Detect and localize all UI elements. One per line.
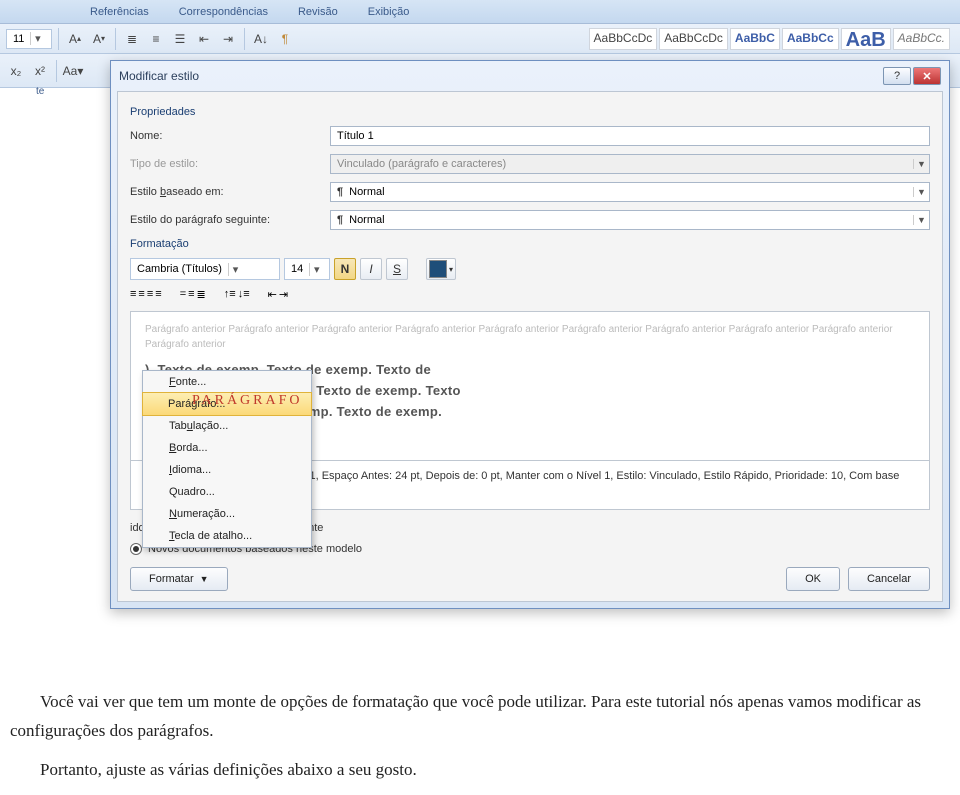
- tutorial-body-text: Você vai ver que tem um monte de opções …: [10, 688, 940, 785]
- style-type-dropdown: Vinculado (parágrafo e caracteres)▼: [330, 154, 930, 174]
- indent-dec-button[interactable]: ⇤: [268, 288, 277, 301]
- numbering-icon[interactable]: ≡: [146, 29, 166, 49]
- cancel-button[interactable]: Cancelar: [848, 567, 930, 591]
- menu-frame[interactable]: Quadro...: [143, 481, 311, 503]
- space-before-inc-button[interactable]: ↑≡: [224, 288, 236, 301]
- spacing-1-button[interactable]: =: [180, 288, 186, 301]
- separator: [58, 28, 59, 50]
- spacing-2-button[interactable]: ≣: [197, 288, 206, 301]
- style-swatch-1[interactable]: AaBbCcDc: [589, 28, 658, 50]
- tab-review[interactable]: Revisão: [298, 6, 338, 18]
- separator: [115, 28, 116, 50]
- menu-font[interactable]: Fonte...: [143, 371, 311, 393]
- space-before-dec-button[interactable]: ↓≡: [238, 288, 250, 301]
- style-swatch-5[interactable]: AaB: [841, 28, 891, 50]
- formatting-section-label: Formatação: [130, 238, 930, 250]
- menu-language[interactable]: Idioma...: [143, 459, 311, 481]
- superscript-icon[interactable]: x²: [30, 61, 50, 81]
- font-size-combo[interactable]: 11▾: [6, 29, 52, 49]
- bullets-icon[interactable]: ≣: [122, 29, 142, 49]
- style-type-label: Tipo de estilo:: [130, 158, 330, 170]
- align-left-button[interactable]: ≡: [130, 288, 136, 301]
- grow-font-icon[interactable]: A▴: [65, 29, 85, 49]
- indent-dec-icon[interactable]: ⇤: [194, 29, 214, 49]
- paragraph-align-row: ≡ ≡ ≡ ≡ = ≡ ≣ ↑≡ ↓≡ ⇤ ⇥: [130, 288, 930, 301]
- menu-border[interactable]: Borda...: [143, 437, 311, 459]
- align-center-button[interactable]: ≡: [138, 288, 144, 301]
- format-toolbar: Cambria (Títulos)▾ 14▾ N I S ▾: [130, 258, 930, 280]
- ribbon-tabs: Referências Correspondências Revisão Exi…: [0, 0, 960, 24]
- help-button[interactable]: ?: [883, 67, 911, 85]
- menu-tabs[interactable]: Tabulação...: [143, 415, 311, 437]
- dialog-title: Modificar estilo: [119, 69, 199, 83]
- toolbar-row-1: 11▾ A▴ A▾ ≣ ≡ ☰ ⇤ ⇥ A↓ ¶ AaBbCcDc AaBbCc…: [0, 24, 960, 54]
- body-paragraph-2: Portanto, ajuste as várias definições ab…: [10, 756, 940, 785]
- style-swatch-6[interactable]: AaBbCc.: [893, 28, 950, 50]
- multilevel-icon[interactable]: ☰: [170, 29, 190, 49]
- style-swatch-4[interactable]: AaBbCc: [782, 28, 839, 50]
- name-input[interactable]: [330, 126, 930, 146]
- font-size-combo-dialog[interactable]: 14▾: [284, 258, 330, 280]
- ok-button[interactable]: OK: [786, 567, 840, 591]
- change-case-icon[interactable]: Aa▾: [63, 61, 83, 81]
- menu-numbering[interactable]: Numeração...: [143, 503, 311, 525]
- dialog-titlebar: Modificar estilo ? ✕: [111, 61, 949, 91]
- font-color-button[interactable]: ▾: [426, 258, 456, 280]
- separator: [56, 60, 57, 82]
- based-on-label: Estilo baseado em:: [130, 186, 330, 198]
- style-swatch-2[interactable]: AaBbCcDc: [659, 28, 728, 50]
- based-on-dropdown[interactable]: ¶Normal▼: [330, 182, 930, 202]
- close-button[interactable]: ✕: [913, 67, 941, 85]
- spacing-15-button[interactable]: ≡: [188, 288, 194, 301]
- indent-inc-button[interactable]: ⇥: [279, 288, 288, 301]
- separator: [244, 28, 245, 50]
- next-style-label: Estilo do parágrafo seguinte:: [130, 214, 330, 226]
- subscript-icon[interactable]: x₂: [6, 61, 26, 81]
- format-menu-button[interactable]: Formatar▼: [130, 567, 228, 591]
- bold-button[interactable]: N: [334, 258, 356, 280]
- align-justify-button[interactable]: ≡: [155, 288, 161, 301]
- shrink-font-icon[interactable]: A▾: [89, 29, 109, 49]
- annotation-paragrafo: PARÁGRAFO: [192, 393, 303, 409]
- underline-button[interactable]: S: [386, 258, 408, 280]
- tab-references[interactable]: Referências: [90, 6, 149, 18]
- menu-shortcut[interactable]: Tecla de atalho...: [143, 525, 311, 547]
- tab-mail[interactable]: Correspondências: [179, 6, 268, 18]
- align-right-button[interactable]: ≡: [147, 288, 153, 301]
- style-swatch-3[interactable]: AaBbC: [730, 28, 780, 50]
- sort-icon[interactable]: A↓: [251, 29, 271, 49]
- name-label: Nome:: [130, 130, 330, 142]
- body-paragraph-1: Você vai ver que tem um monte de opções …: [10, 688, 940, 746]
- tab-view[interactable]: Exibição: [368, 6, 410, 18]
- font-family-combo[interactable]: Cambria (Títulos)▾: [130, 258, 280, 280]
- template-radio[interactable]: [130, 543, 142, 555]
- indent-inc-icon[interactable]: ⇥: [218, 29, 238, 49]
- properties-section-label: Propriedades: [130, 106, 930, 118]
- italic-button[interactable]: I: [360, 258, 382, 280]
- left-fragment-text: te: [36, 86, 44, 97]
- pilcrow-icon[interactable]: ¶: [275, 29, 295, 49]
- next-style-dropdown[interactable]: ¶Normal▼: [330, 210, 930, 230]
- styles-gallery: AaBbCcDc AaBbCcDc AaBbC AaBbCc AaB AaBbC…: [589, 24, 950, 54]
